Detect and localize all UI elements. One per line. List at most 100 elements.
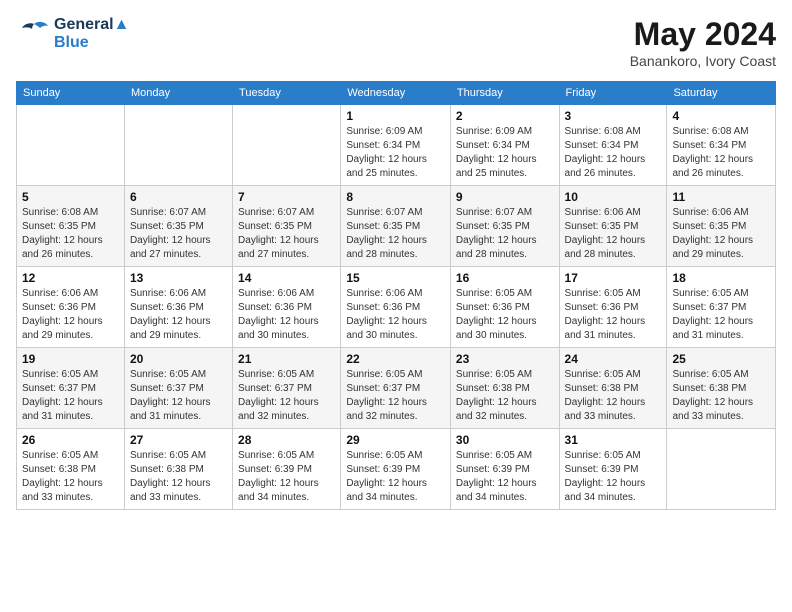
calendar-cell: 13 Sunrise: 6:06 AM Sunset: 6:36 PM Dayli… [124, 267, 232, 348]
calendar-week-2: 5 Sunrise: 6:08 AM Sunset: 6:35 PM Daylig… [17, 186, 776, 267]
calendar-cell: 8 Sunrise: 6:07 AM Sunset: 6:35 PM Daylig… [341, 186, 451, 267]
calendar-cell: 10 Sunrise: 6:06 AM Sunset: 6:35 PM Dayli… [559, 186, 667, 267]
day-info: Sunrise: 6:05 AM Sunset: 6:38 PM Dayligh… [22, 449, 119, 505]
day-info: Sunrise: 6:06 AM Sunset: 6:36 PM Dayligh… [346, 287, 445, 343]
calendar-cell: 27 Sunrise: 6:05 AM Sunset: 6:38 PM Dayli… [124, 429, 232, 510]
calendar-cell: 6 Sunrise: 6:07 AM Sunset: 6:35 PM Daylig… [124, 186, 232, 267]
location-subtitle: Banankoro, Ivory Coast [630, 53, 776, 69]
weekday-header-sunday: Sunday [17, 82, 125, 105]
day-number: 18 [672, 271, 770, 285]
calendar-cell: 9Sunrise: 6:07 AM Sunset: 6:35 PM Daylig… [450, 186, 559, 267]
day-number: 15 [346, 271, 445, 285]
day-number: 11 [672, 190, 770, 204]
calendar-cell [667, 429, 776, 510]
weekday-header-saturday: Saturday [667, 82, 776, 105]
calendar-cell: 22Sunrise: 6:05 AM Sunset: 6:37 PM Dayli… [341, 348, 451, 429]
day-info: Sunrise: 6:05 AM Sunset: 6:37 PM Dayligh… [22, 368, 119, 424]
calendar-cell: 7 Sunrise: 6:07 AM Sunset: 6:35 PM Daylig… [233, 186, 341, 267]
weekday-header-tuesday: Tuesday [233, 82, 341, 105]
day-number: 26 [22, 433, 119, 447]
day-number: 31 [565, 433, 662, 447]
day-info: Sunrise: 6:05 AM Sunset: 6:37 PM Dayligh… [672, 287, 770, 343]
calendar-cell: 18 Sunrise: 6:05 AM Sunset: 6:37 PM Dayli… [667, 267, 776, 348]
calendar-cell: 1 Sunrise: 6:09 AM Sunset: 6:34 PM Daylig… [341, 105, 451, 186]
day-info: Sunrise: 6:06 AM Sunset: 6:36 PM Dayligh… [130, 287, 227, 343]
day-info: Sunrise: 6:07 AM Sunset: 6:35 PM Dayligh… [130, 206, 227, 262]
day-number: 2 [456, 109, 554, 123]
day-number: 6 [130, 190, 227, 204]
day-info: Sunrise: 6:05 AM Sunset: 6:38 PM Dayligh… [565, 368, 662, 424]
calendar-cell: 26 Sunrise: 6:05 AM Sunset: 6:38 PM Dayli… [17, 429, 125, 510]
day-info: Sunrise: 6:05 AM Sunset: 6:36 PM Dayligh… [565, 287, 662, 343]
calendar-cell: 12Sunrise: 6:06 AM Sunset: 6:36 PM Dayli… [17, 267, 125, 348]
weekday-header-wednesday: Wednesday [341, 82, 451, 105]
weekday-header-monday: Monday [124, 82, 232, 105]
weekday-header-thursday: Thursday [450, 82, 559, 105]
calendar-week-3: 12Sunrise: 6:06 AM Sunset: 6:36 PM Dayli… [17, 267, 776, 348]
day-number: 7 [238, 190, 335, 204]
day-number: 25 [672, 352, 770, 366]
calendar-cell: 30 Sunrise: 6:05 AM Sunset: 6:39 PM Dayli… [450, 429, 559, 510]
day-number: 29 [346, 433, 445, 447]
day-info: Sunrise: 6:08 AM Sunset: 6:34 PM Dayligh… [565, 125, 662, 181]
logo-bird-icon [16, 16, 52, 52]
day-info: Sunrise: 6:05 AM Sunset: 6:38 PM Dayligh… [672, 368, 770, 424]
day-info: Sunrise: 6:05 AM Sunset: 6:38 PM Dayligh… [456, 368, 554, 424]
calendar-body: 1 Sunrise: 6:09 AM Sunset: 6:34 PM Daylig… [17, 105, 776, 510]
day-number: 22 [346, 352, 445, 366]
day-info: Sunrise: 6:05 AM Sunset: 6:39 PM Dayligh… [456, 449, 554, 505]
day-info: Sunrise: 6:07 AM Sunset: 6:35 PM Dayligh… [238, 206, 335, 262]
calendar-cell: 25 Sunrise: 6:05 AM Sunset: 6:38 PM Dayli… [667, 348, 776, 429]
day-info: Sunrise: 6:05 AM Sunset: 6:39 PM Dayligh… [238, 449, 335, 505]
logo-text: General▲ [54, 16, 129, 34]
calendar-week-4: 19Sunrise: 6:05 AM Sunset: 6:37 PM Dayli… [17, 348, 776, 429]
month-year-title: May 2024 [630, 16, 776, 53]
day-info: Sunrise: 6:09 AM Sunset: 6:34 PM Dayligh… [456, 125, 554, 181]
day-info: Sunrise: 6:07 AM Sunset: 6:35 PM Dayligh… [346, 206, 445, 262]
logo-subtext: Blue [54, 34, 129, 52]
day-number: 30 [456, 433, 554, 447]
day-info: Sunrise: 6:06 AM Sunset: 6:35 PM Dayligh… [672, 206, 770, 262]
day-number: 13 [130, 271, 227, 285]
day-number: 21 [238, 352, 335, 366]
calendar-cell: 24 Sunrise: 6:05 AM Sunset: 6:38 PM Dayli… [559, 348, 667, 429]
day-info: Sunrise: 6:05 AM Sunset: 6:36 PM Dayligh… [456, 287, 554, 343]
day-info: Sunrise: 6:06 AM Sunset: 6:36 PM Dayligh… [22, 287, 119, 343]
day-number: 28 [238, 433, 335, 447]
day-info: Sunrise: 6:06 AM Sunset: 6:36 PM Dayligh… [238, 287, 335, 343]
day-number: 8 [346, 190, 445, 204]
day-number: 10 [565, 190, 662, 204]
day-number: 20 [130, 352, 227, 366]
day-number: 23 [456, 352, 554, 366]
calendar-cell: 3Sunrise: 6:08 AM Sunset: 6:34 PM Daylig… [559, 105, 667, 186]
calendar-cell: 28 Sunrise: 6:05 AM Sunset: 6:39 PM Dayli… [233, 429, 341, 510]
calendar-cell: 23 Sunrise: 6:05 AM Sunset: 6:38 PM Dayli… [450, 348, 559, 429]
calendar-cell: 16Sunrise: 6:05 AM Sunset: 6:36 PM Dayli… [450, 267, 559, 348]
weekday-header-row: SundayMondayTuesdayWednesdayThursdayFrid… [17, 82, 776, 105]
day-info: Sunrise: 6:06 AM Sunset: 6:35 PM Dayligh… [565, 206, 662, 262]
day-info: Sunrise: 6:05 AM Sunset: 6:38 PM Dayligh… [130, 449, 227, 505]
calendar-cell: 14 Sunrise: 6:06 AM Sunset: 6:36 PM Dayli… [233, 267, 341, 348]
day-number: 5 [22, 190, 119, 204]
day-info: Sunrise: 6:09 AM Sunset: 6:34 PM Dayligh… [346, 125, 445, 181]
calendar-cell [124, 105, 232, 186]
day-info: Sunrise: 6:08 AM Sunset: 6:34 PM Dayligh… [672, 125, 770, 181]
day-number: 24 [565, 352, 662, 366]
calendar-cell: 31 Sunrise: 6:05 AM Sunset: 6:39 PM Dayli… [559, 429, 667, 510]
calendar-cell: 11 Sunrise: 6:06 AM Sunset: 6:35 PM Dayli… [667, 186, 776, 267]
calendar-cell: 5 Sunrise: 6:08 AM Sunset: 6:35 PM Daylig… [17, 186, 125, 267]
day-info: Sunrise: 6:05 AM Sunset: 6:39 PM Dayligh… [565, 449, 662, 505]
day-number: 27 [130, 433, 227, 447]
calendar-cell: 29Sunrise: 6:05 AM Sunset: 6:39 PM Dayli… [341, 429, 451, 510]
calendar-week-1: 1 Sunrise: 6:09 AM Sunset: 6:34 PM Daylig… [17, 105, 776, 186]
title-block: May 2024 Banankoro, Ivory Coast [630, 16, 776, 69]
day-info: Sunrise: 6:05 AM Sunset: 6:37 PM Dayligh… [238, 368, 335, 424]
logo: General▲ Blue [16, 16, 129, 52]
day-number: 14 [238, 271, 335, 285]
day-info: Sunrise: 6:05 AM Sunset: 6:37 PM Dayligh… [130, 368, 227, 424]
day-number: 4 [672, 109, 770, 123]
day-number: 1 [346, 109, 445, 123]
day-info: Sunrise: 6:08 AM Sunset: 6:35 PM Dayligh… [22, 206, 119, 262]
day-number: 9 [456, 190, 554, 204]
calendar-cell [233, 105, 341, 186]
